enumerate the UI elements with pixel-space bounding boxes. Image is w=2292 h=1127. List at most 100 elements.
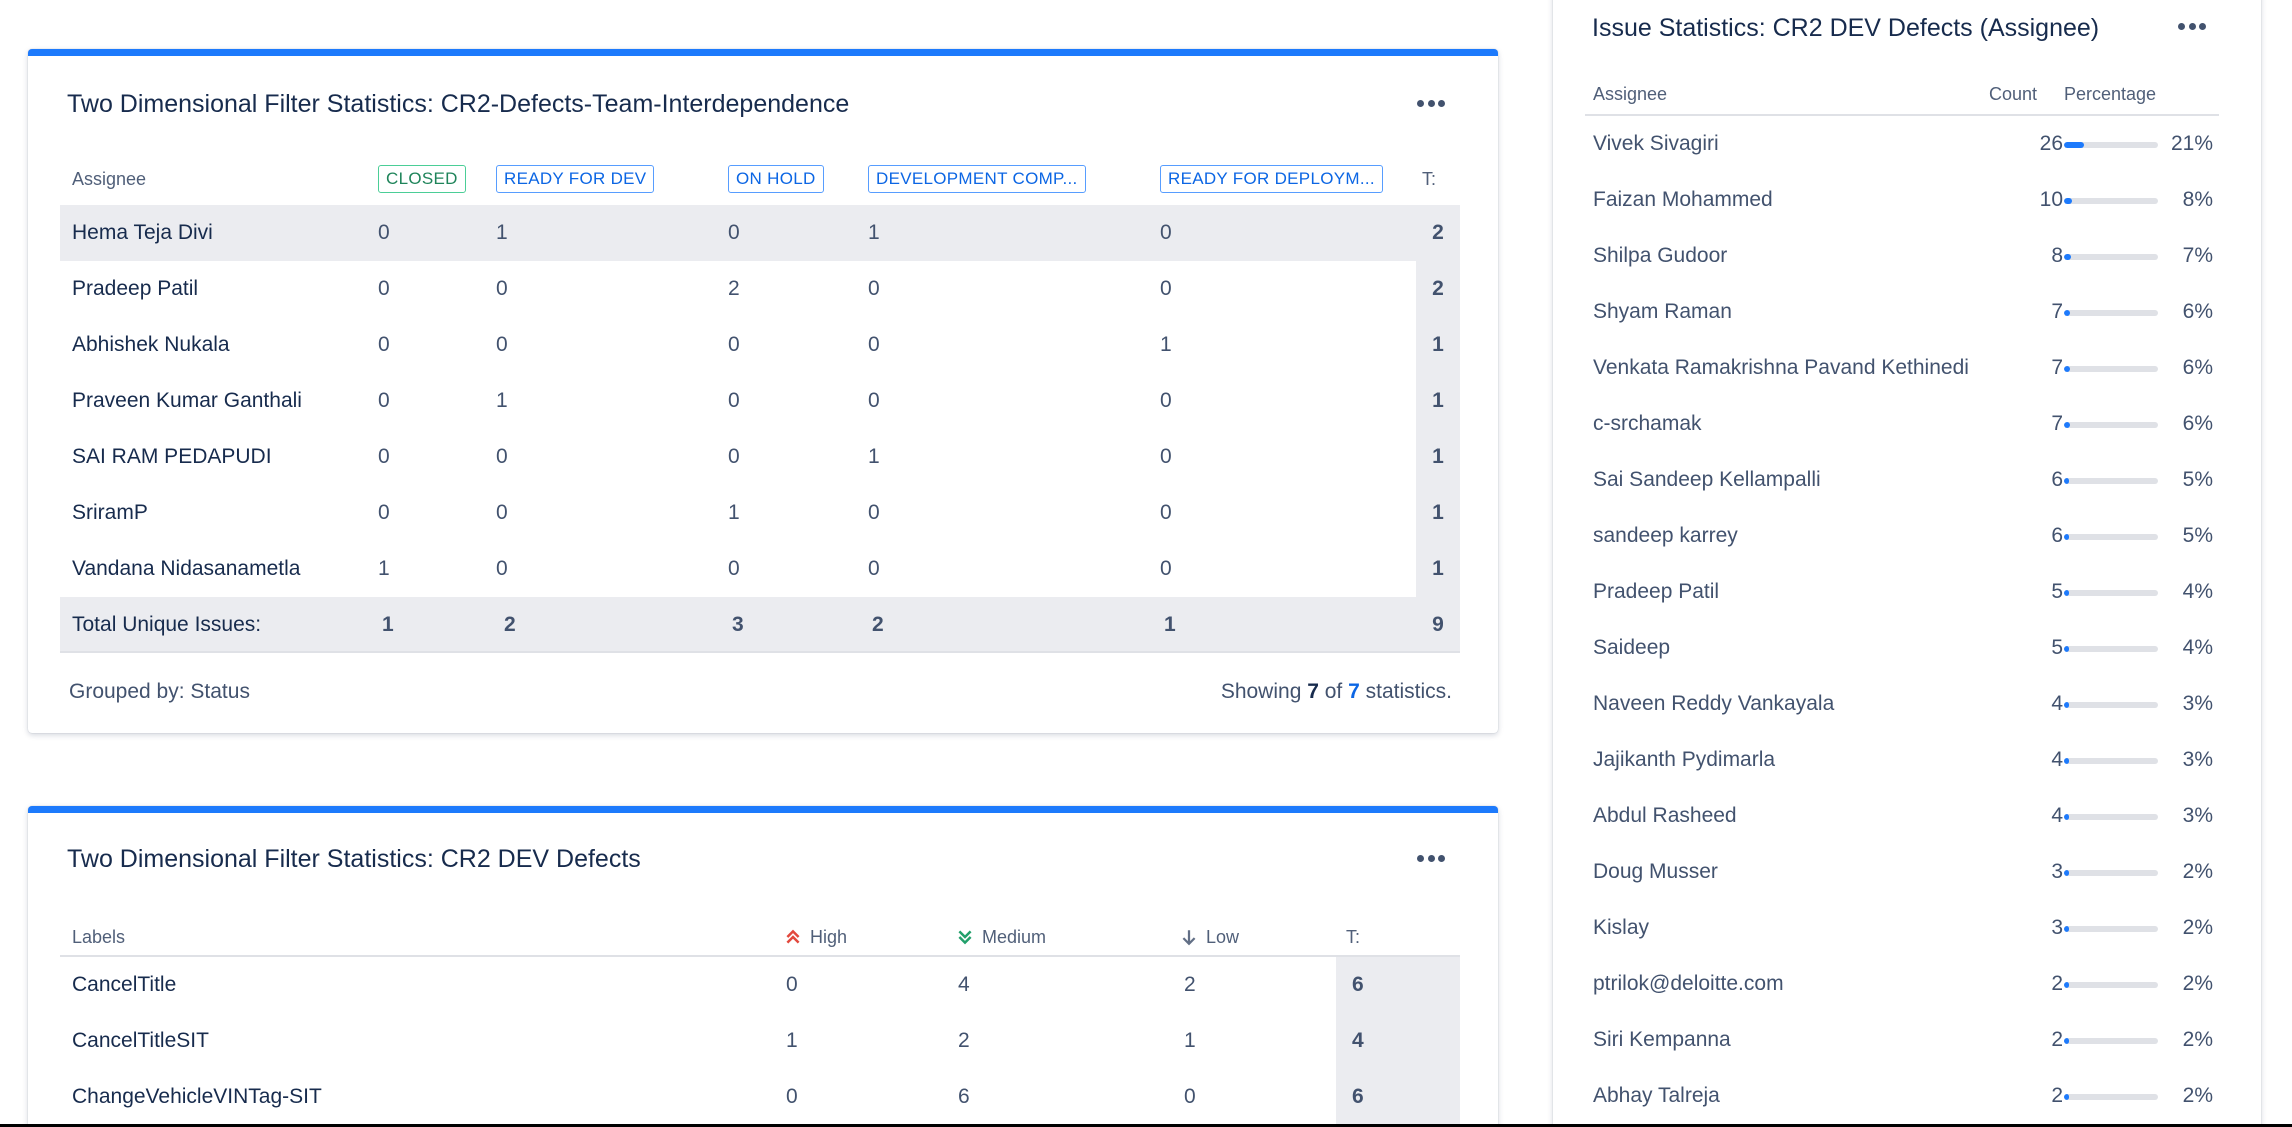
cell-count-link[interactable]: 0 (1184, 1069, 1196, 1125)
cell-count-link[interactable]: 0 (728, 205, 740, 261)
row-total[interactable]: 1 (1416, 317, 1460, 373)
cell-count-link[interactable]: 0 (378, 429, 390, 485)
cell-count-link[interactable]: 1 (868, 205, 880, 261)
cell-count-link[interactable]: 0 (496, 485, 508, 541)
cell-count-link[interactable]: 0 (378, 485, 390, 541)
column-header-ready-for-deployment[interactable]: READY FOR DEPLOYM... (1160, 165, 1383, 193)
cell-count-link[interactable]: 2 (958, 1013, 970, 1069)
assignee-link[interactable]: SAI RAM PEDAPUDI (72, 429, 272, 485)
more-actions-icon[interactable] (1411, 91, 1451, 115)
assignee-link[interactable]: Faizan Mohammed (1593, 172, 1773, 228)
assignee-link[interactable]: SriramP (72, 485, 148, 541)
cell-count-link[interactable]: 0 (868, 541, 880, 597)
cell-count-link[interactable]: 2 (1184, 957, 1196, 1013)
assignee-link[interactable]: Kislay (1593, 900, 1649, 956)
cell-count-link[interactable]: 0 (868, 485, 880, 541)
total-statistics-link[interactable]: 7 (1348, 680, 1360, 703)
column-header-assignee[interactable]: Assignee (72, 153, 146, 205)
cell-count-link[interactable]: 1 (1184, 1013, 1196, 1069)
grand-total[interactable]: 9 (1416, 597, 1460, 653)
cell-count-link[interactable]: 0 (1160, 261, 1172, 317)
label-link[interactable]: CancelTitle (72, 957, 176, 1013)
row-total[interactable]: 1 (1416, 541, 1460, 597)
row-total[interactable]: 1 (1416, 485, 1460, 541)
row-total[interactable]: 2 (1416, 205, 1460, 261)
cell-count-link[interactable]: 0 (1160, 373, 1172, 429)
row-total[interactable]: 6 (1336, 1069, 1460, 1125)
cell-count-link[interactable]: 0 (496, 541, 508, 597)
cell-count-link[interactable]: 1 (868, 429, 880, 485)
column-total[interactable]: 2 (504, 597, 516, 653)
cell-count-link[interactable]: 0 (378, 373, 390, 429)
column-header-low[interactable]: Low (1180, 917, 1239, 957)
column-total[interactable]: 1 (1164, 597, 1176, 653)
assignee-link[interactable]: Venkata Ramakrishna Pavand Kethinedi (1593, 340, 1969, 396)
cell-count-link[interactable]: 0 (868, 317, 880, 373)
column-total[interactable]: 2 (872, 597, 884, 653)
assignee-link[interactable]: Jajikanth Pydimarla (1593, 732, 1775, 788)
assignee-link[interactable]: Abhishek Nukala (72, 317, 230, 373)
cell-count-link[interactable]: 0 (786, 1069, 798, 1125)
cell-count-link[interactable]: 0 (496, 261, 508, 317)
column-total[interactable]: 3 (732, 597, 744, 653)
cell-count-link[interactable]: 0 (1160, 429, 1172, 485)
cell-count-link[interactable]: 1 (378, 541, 390, 597)
cell-count-link[interactable]: 0 (378, 205, 390, 261)
cell-count-link[interactable]: 1 (1160, 317, 1172, 373)
assignee-link[interactable]: Sai Sandeep Kellampalli (1593, 452, 1821, 508)
column-header-high[interactable]: High (784, 917, 847, 957)
column-header-closed[interactable]: CLOSED (378, 165, 466, 193)
assignee-link[interactable]: Naveen Reddy Vankayala (1593, 676, 1834, 732)
assignee-link[interactable]: Abdul Rasheed (1593, 788, 1737, 844)
label-link[interactable]: CancelTitleSIT (72, 1013, 209, 1069)
cell-count-link[interactable]: 1 (728, 485, 740, 541)
cell-count-link[interactable]: 0 (786, 957, 798, 1013)
cell-count-link[interactable]: 1 (496, 205, 508, 261)
assignee-link[interactable]: Pradeep Patil (72, 261, 198, 317)
cell-count-link[interactable]: 0 (496, 317, 508, 373)
more-actions-icon[interactable] (1411, 846, 1451, 870)
row-total[interactable]: 6 (1336, 957, 1460, 1013)
assignee-link[interactable]: Pradeep Patil (1593, 564, 1719, 620)
assignee-link[interactable]: Siri Kempanna (1593, 1012, 1731, 1068)
row-total[interactable]: 1 (1416, 429, 1460, 485)
cell-count-link[interactable]: 1 (786, 1013, 798, 1069)
assignee-link[interactable]: Saideep (1593, 620, 1670, 676)
assignee-link[interactable]: Abhay Talreja (1593, 1068, 1720, 1124)
column-total[interactable]: 1 (382, 597, 394, 653)
assignee-link[interactable]: Doug Musser (1593, 844, 1718, 900)
cell-count-link[interactable]: 1 (496, 373, 508, 429)
label-link[interactable]: ChangeVehicleVINTag-SIT (72, 1069, 322, 1125)
assignee-link[interactable]: sandeep karrey (1593, 508, 1738, 564)
column-header-medium[interactable]: Medium (956, 917, 1046, 957)
row-total[interactable]: 1 (1416, 373, 1460, 429)
row-total[interactable]: 4 (1336, 1013, 1460, 1069)
cell-count-link[interactable]: 0 (868, 261, 880, 317)
cell-count-link[interactable]: 0 (868, 373, 880, 429)
more-actions-icon[interactable] (2172, 14, 2212, 38)
column-header-assignee[interactable]: Assignee (1593, 74, 1667, 114)
row-total[interactable]: 2 (1416, 261, 1460, 317)
assignee-link[interactable]: Shilpa Gudoor (1593, 228, 1727, 284)
column-header-on-hold[interactable]: ON HOLD (728, 165, 824, 193)
cell-count-link[interactable]: 0 (1160, 205, 1172, 261)
assignee-link[interactable]: Hema Teja Divi (72, 205, 213, 261)
cell-count-link[interactable]: 0 (728, 541, 740, 597)
cell-count-link[interactable]: 0 (728, 317, 740, 373)
cell-count-link[interactable]: 0 (378, 317, 390, 373)
assignee-link[interactable]: Vivek Sivagiri (1593, 116, 1719, 172)
cell-count-link[interactable]: 0 (1160, 541, 1172, 597)
cell-count-link[interactable]: 6 (958, 1069, 970, 1125)
cell-count-link[interactable]: 2 (728, 261, 740, 317)
cell-count-link[interactable]: 0 (1160, 485, 1172, 541)
column-header-count[interactable]: Count (1989, 74, 2037, 114)
assignee-link[interactable]: Shyam Raman (1593, 284, 1732, 340)
column-header-ready-for-dev[interactable]: READY FOR DEV (496, 165, 655, 193)
assignee-link[interactable]: Praveen Kumar Ganthali (72, 373, 302, 429)
cell-count-link[interactable]: 0 (378, 261, 390, 317)
cell-count-link[interactable]: 4 (958, 957, 970, 1013)
column-header-development-complete[interactable]: DEVELOPMENT COMP... (868, 165, 1086, 193)
column-header-labels[interactable]: Labels (72, 917, 125, 957)
assignee-link[interactable]: ptrilok@deloitte.com (1593, 956, 1784, 1012)
assignee-link[interactable]: c-srchamak (1593, 396, 1702, 452)
